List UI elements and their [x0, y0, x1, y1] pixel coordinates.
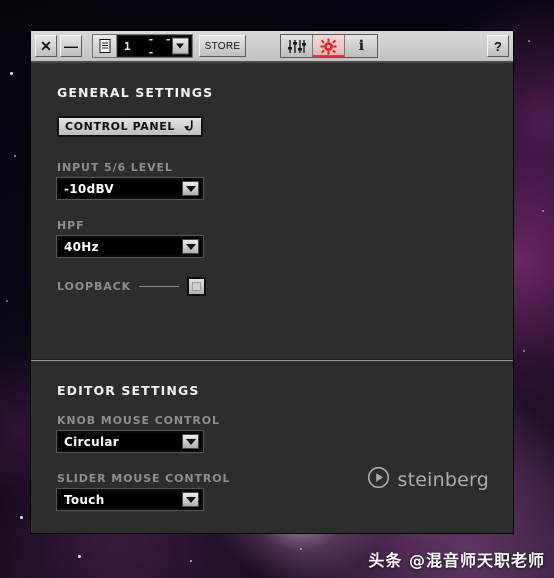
mixer-faders-icon[interactable]	[281, 35, 314, 57]
steinberg-play-mark-icon	[367, 466, 390, 494]
chevron-down-icon[interactable]	[171, 37, 189, 55]
close-icon[interactable]: ✕	[35, 35, 57, 57]
preset-display[interactable]: 1 - - -	[117, 33, 192, 59]
document-icon[interactable]	[93, 35, 117, 57]
slider-mouse-control-combobox[interactable]: Touch	[56, 488, 204, 511]
loopback-toggle-button[interactable]	[187, 277, 207, 296]
slider-mouse-control-value: Touch	[64, 492, 105, 507]
editor-settings-title: EDITOR SETTINGS	[57, 383, 200, 398]
help-glyph: ?	[494, 38, 502, 54]
info-icon[interactable]: i	[345, 35, 378, 57]
hpf-combobox[interactable]: 40Hz	[56, 235, 204, 258]
help-icon[interactable]: ?	[487, 35, 509, 57]
preset-strip: 1 - - -	[92, 33, 193, 59]
chevron-down-icon[interactable]	[182, 181, 199, 196]
plugin-window: ✕ — 1 - - - STORE i ? GENERAL SETTINGS C…	[30, 30, 514, 534]
hpf-value: 40Hz	[64, 239, 99, 254]
general-settings-title: GENERAL SETTINGS	[57, 85, 214, 100]
window-toolbar: ✕ — 1 - - - STORE i ?	[31, 31, 513, 63]
loopback-connector	[139, 286, 180, 287]
chevron-down-icon[interactable]	[182, 239, 199, 254]
watermark-text: 头条 @混音师天职老师	[368, 551, 545, 570]
store-button[interactable]: STORE	[198, 35, 247, 57]
knob-mouse-control-combobox[interactable]: Circular	[56, 430, 204, 453]
control-panel-button[interactable]: CONTROL PANEL	[57, 116, 203, 137]
minimize-glyph: —	[64, 38, 78, 54]
general-settings-section: GENERAL SETTINGS CONTROL PANEL INPUT 5/6…	[31, 63, 513, 359]
steinberg-wordmark: steinberg	[397, 469, 489, 491]
close-glyph: ✕	[40, 37, 52, 54]
caret-glyph	[185, 243, 196, 250]
loopback-row: LOOPBACK	[57, 277, 513, 296]
loopback-label: LOOPBACK	[57, 280, 132, 293]
control-panel-label: CONTROL PANEL	[65, 120, 175, 133]
input-level-combobox[interactable]: -10dBV	[56, 177, 204, 200]
store-label: STORE	[204, 40, 241, 52]
mode-button-group: i	[280, 34, 379, 58]
launch-arrow-icon	[182, 119, 195, 135]
settings-gear-icon[interactable]	[313, 35, 346, 57]
knob-mouse-control-value: Circular	[64, 434, 120, 449]
loopback-toggle-indicator	[192, 282, 202, 291]
window-body: GENERAL SETTINGS CONTROL PANEL INPUT 5/6…	[31, 63, 513, 533]
caret-glyph	[185, 496, 196, 503]
steinberg-logo: steinberg	[367, 466, 489, 494]
preset-number: 1	[124, 39, 132, 53]
caret-glyph	[185, 185, 196, 192]
info-glyph: i	[358, 38, 365, 54]
caret-glyph	[176, 43, 185, 49]
caret-glyph	[185, 438, 196, 445]
chevron-down-icon[interactable]	[182, 434, 199, 449]
editor-settings-section: EDITOR SETTINGS KNOB MOUSE CONTROL Circu…	[31, 361, 513, 511]
knob-mouse-control-label: KNOB MOUSE CONTROL	[57, 414, 220, 427]
input-level-value: -10dBV	[64, 181, 115, 196]
hpf-label: HPF	[57, 219, 85, 232]
chevron-down-icon[interactable]	[182, 492, 199, 507]
input-level-label: INPUT 5/6 LEVEL	[57, 161, 173, 174]
minimize-icon[interactable]: —	[60, 35, 82, 57]
